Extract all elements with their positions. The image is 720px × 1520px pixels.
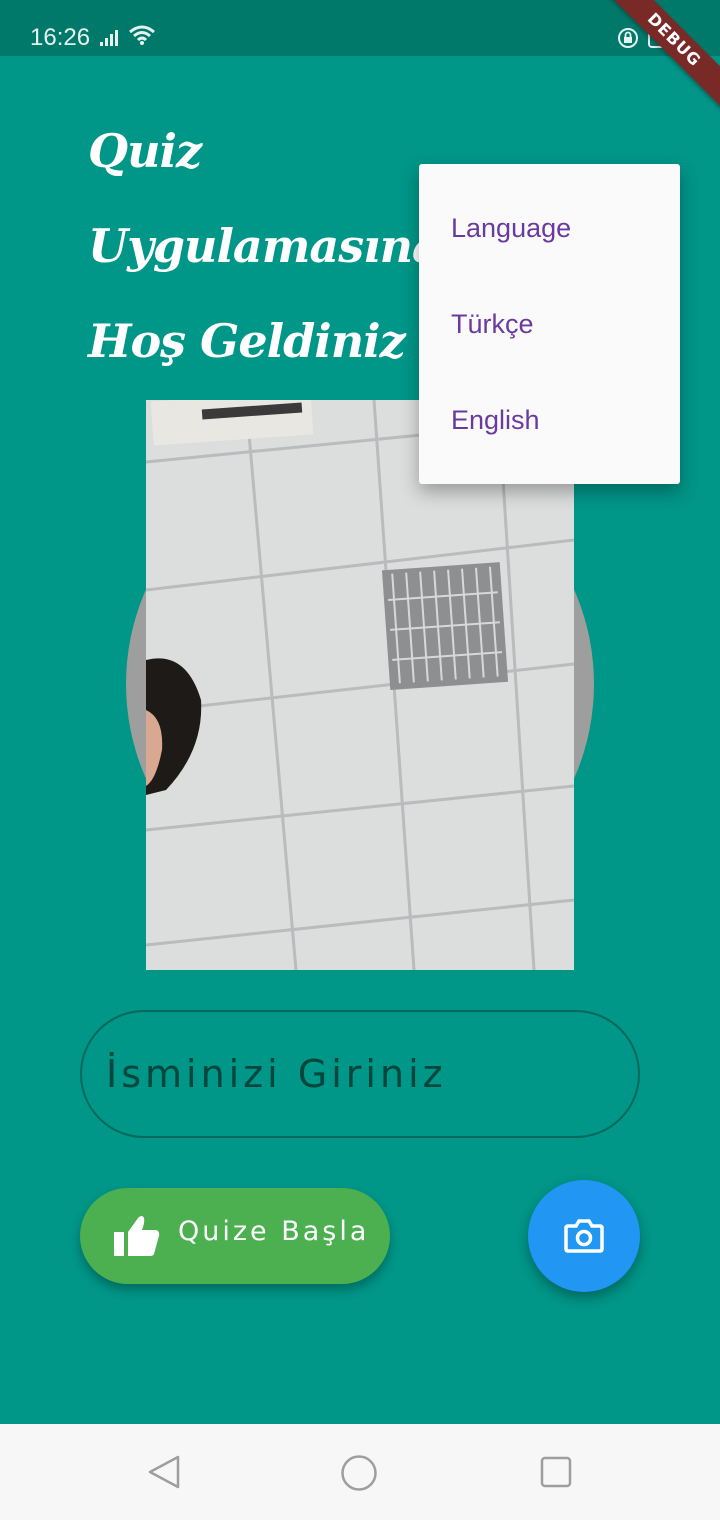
camera-icon xyxy=(564,1216,604,1260)
navigation-bar xyxy=(0,1424,720,1520)
welcome-title: Quiz Uygulamasına Hoş Geldiniz xyxy=(88,104,442,389)
recents-icon[interactable] xyxy=(538,1454,574,1494)
signal-icon xyxy=(100,28,124,50)
status-time: 16:26 xyxy=(30,24,91,51)
title-line-2: Uygulamasına xyxy=(88,219,442,273)
wifi-icon xyxy=(128,24,156,50)
menu-item-english[interactable]: English xyxy=(419,372,680,468)
menu-item-language[interactable]: Language xyxy=(419,180,680,276)
language-menu: Language Türkçe English xyxy=(419,164,680,484)
start-quiz-button[interactable]: Quize Başla xyxy=(80,1188,390,1284)
home-icon[interactable] xyxy=(340,1454,378,1496)
thumb-up-icon xyxy=(112,1214,160,1262)
name-input[interactable] xyxy=(106,1032,606,1116)
title-line-1: Quiz xyxy=(88,124,202,178)
back-icon[interactable] xyxy=(146,1454,182,1494)
rotate-lock-icon xyxy=(616,26,640,54)
title-line-3: Hoş Geldiniz xyxy=(88,314,406,368)
profile-photo xyxy=(146,400,574,970)
camera-button[interactable] xyxy=(528,1180,640,1292)
start-quiz-label: Quize Başla xyxy=(178,1216,370,1247)
menu-item-turkish[interactable]: Türkçe xyxy=(419,276,680,372)
status-bar: 16:26 xyxy=(0,0,720,56)
name-input-container xyxy=(80,1010,640,1138)
